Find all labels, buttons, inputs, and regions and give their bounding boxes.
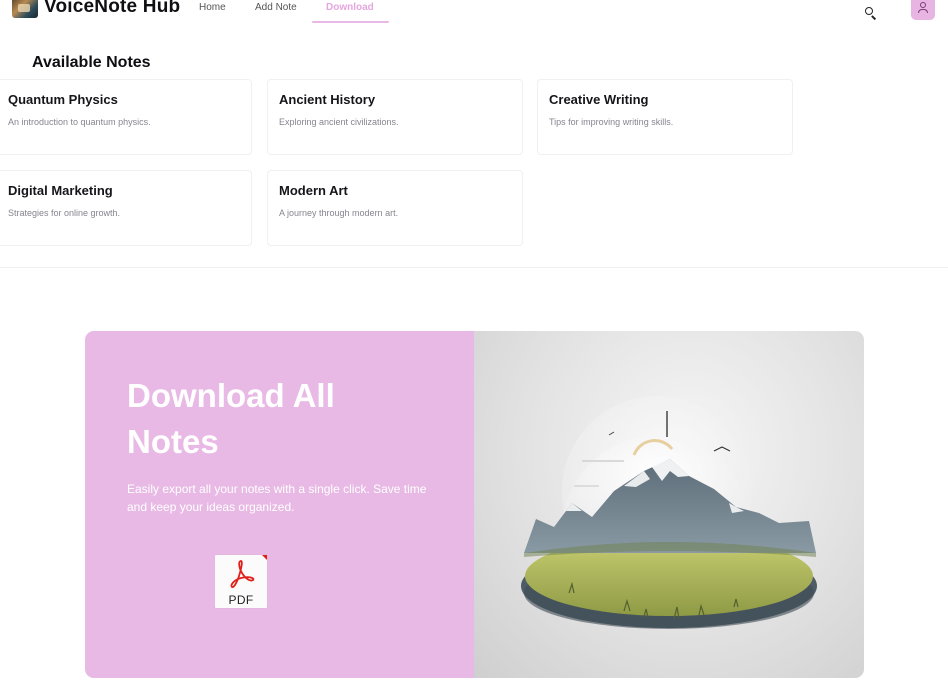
note-title: Quantum Physics <box>8 92 118 107</box>
download-hero: Download All Notes Easily export all you… <box>85 331 864 678</box>
active-tab-indicator <box>312 21 389 23</box>
note-description: An introduction to quantum physics. <box>8 117 151 127</box>
hero-illustration <box>474 331 864 678</box>
note-title: Modern Art <box>279 183 348 198</box>
nav-add-note[interactable]: Add Note <box>255 2 297 13</box>
note-title: Digital Marketing <box>8 183 113 198</box>
section-divider <box>0 267 948 268</box>
note-title: Ancient History <box>279 92 376 107</box>
mountain-landscape-illustration <box>521 396 817 629</box>
brand-name[interactable]: VoiceNote Hub <box>44 0 180 18</box>
note-title: Creative Writing <box>549 92 649 107</box>
note-card[interactable]: Digital Marketing Strategies for online … <box>0 170 252 246</box>
note-description: Exploring ancient civilizations. <box>279 117 399 127</box>
nav-home[interactable]: Home <box>199 2 226 13</box>
note-card[interactable]: Creative Writing Tips for improving writ… <box>537 79 793 155</box>
search-button[interactable] <box>860 4 878 22</box>
user-button[interactable] <box>911 0 935 20</box>
nav-download[interactable]: Download <box>326 2 374 13</box>
hero-title: Download All Notes <box>127 377 335 460</box>
hero-panel: Download All Notes Easily export all you… <box>85 331 474 678</box>
section-title: Available Notes <box>32 54 151 71</box>
brand-logo[interactable] <box>12 0 38 18</box>
note-description: A journey through modern art. <box>279 208 399 218</box>
note-card[interactable]: Modern Art A journey through modern art. <box>267 170 523 246</box>
note-description: Strategies for online growth. <box>8 208 121 218</box>
hero-description: Easily export all your notes with a sing… <box>127 482 427 514</box>
note-card[interactable]: Quantum Physics An introduction to quant… <box>0 79 252 155</box>
pdf-download-button[interactable]: PDF <box>215 555 267 608</box>
pdf-icon <box>230 560 255 588</box>
pdf-label: PDF <box>228 593 254 607</box>
note-card[interactable]: Ancient History Exploring ancient civili… <box>267 79 523 155</box>
note-description: Tips for improving writing skills. <box>549 117 674 127</box>
